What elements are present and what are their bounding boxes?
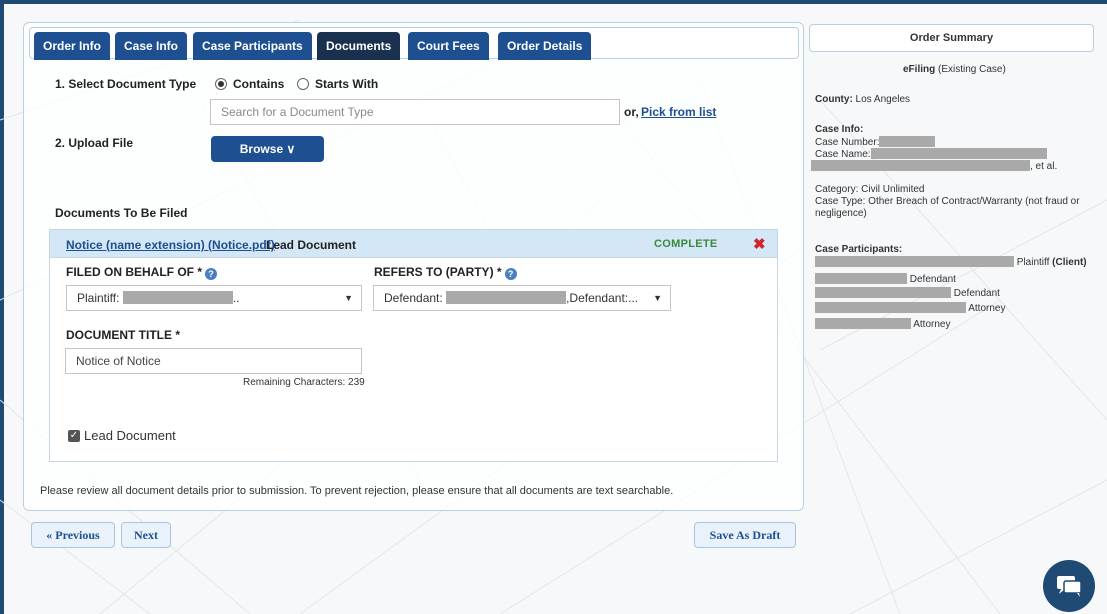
case-name-continued: , et al. — [811, 160, 1057, 173]
order-summary-title: Order Summary — [809, 24, 1094, 52]
et-al-text: , et al. — [1030, 161, 1058, 172]
browse-button[interactable]: Browse ∨ — [211, 136, 324, 162]
refers-to-suffix: ,Defendant:... — [566, 291, 639, 305]
lead-document-text: Lead Document — [266, 238, 357, 252]
tab-bar: Order Info Case Info Case Participants D… — [29, 27, 799, 60]
remaining-characters: Remaining Characters: 239 — [243, 377, 365, 388]
filed-on-behalf-select[interactable]: Plaintiff: .. ▼ — [66, 285, 362, 311]
redacted-block — [122, 291, 233, 304]
chat-button[interactable] — [1043, 560, 1095, 612]
participant-attorney-2: Attorney — [815, 318, 950, 331]
documents-to-be-filed-heading: Documents To Be Filed — [55, 206, 188, 220]
redacted-block — [446, 291, 567, 304]
efiling-label: eFiling — [903, 64, 936, 75]
refers-to-label: REFERS TO (PARTY) *? — [374, 265, 517, 280]
refers-to-select[interactable]: Defendant: ,Defendant:... ▼ — [373, 285, 671, 311]
case-participants-label: Case Participants: — [815, 244, 903, 255]
participant-role: Attorney — [911, 319, 951, 330]
remove-document-icon[interactable]: ✖ — [753, 235, 766, 253]
pick-from-list-link[interactable]: Pick from list — [641, 105, 716, 119]
submission-notice: Please review all document details prior… — [40, 485, 674, 497]
county-line: County: Los Angeles — [815, 94, 910, 106]
redacted-block — [815, 287, 951, 298]
lead-document-checkbox[interactable]: ✓ — [68, 430, 80, 442]
county-label: County: — [815, 94, 853, 105]
case-info-label: Case Info: — [815, 124, 864, 135]
radio-starts-with-label: Starts With — [315, 77, 379, 91]
tab-court-fees[interactable]: Court Fees — [408, 32, 489, 60]
participant-defendant-1: Defendant — [815, 273, 956, 286]
help-icon[interactable]: ? — [205, 268, 217, 280]
refers-to-label-text: REFERS TO (PARTY) * — [374, 265, 502, 279]
participant-role: Defendant — [907, 274, 956, 285]
case-type-line: Case Type: Other Breach of Contract/Warr… — [815, 196, 1080, 207]
document-card-header: Notice (name extension) (Notice.pdf) Lea… — [50, 230, 777, 258]
document-file-link[interactable]: Notice (name extension) (Notice.pdf) — [66, 238, 275, 252]
case-number-label: Case Number: — [815, 137, 880, 148]
or-text: or, — [624, 105, 639, 119]
participant-role: Attorney — [966, 303, 1006, 314]
participant-role: Defendant — [951, 288, 1000, 299]
redacted-block — [879, 136, 936, 147]
refers-to-prefix: Defendant: — [384, 291, 443, 305]
participant-role: Plaintiff — [1014, 257, 1053, 268]
redacted-block — [811, 160, 1030, 171]
participant-plaintiff: Plaintiff (Client) — [815, 256, 1087, 269]
participant-attorney-1: Attorney — [815, 302, 1005, 315]
next-button[interactable]: Next — [121, 522, 171, 548]
chat-icon — [1057, 576, 1082, 597]
radio-contains[interactable] — [215, 78, 227, 90]
filed-on-behalf-prefix: Plaintiff: — [77, 291, 120, 305]
help-icon[interactable]: ? — [504, 268, 517, 280]
county-value: Los Angeles — [852, 94, 911, 105]
tab-case-participants[interactable]: Case Participants — [193, 32, 312, 60]
tab-documents[interactable]: Documents — [317, 32, 401, 60]
participant-defendant-2: Defendant — [815, 287, 1000, 300]
document-status-badge: COMPLETE — [654, 238, 718, 250]
radio-starts-with[interactable] — [297, 78, 309, 90]
document-title-input[interactable] — [65, 348, 362, 374]
redacted-block — [815, 318, 911, 329]
case-name-label: Case Name: — [815, 149, 871, 160]
save-as-draft-button[interactable]: Save As Draft — [694, 522, 796, 548]
category-line: Category: Civil Unlimited — [815, 184, 925, 195]
case-type-line-2: negligence) — [815, 208, 867, 219]
redacted-block — [815, 302, 966, 313]
redacted-block — [815, 256, 1014, 267]
document-title-label: DOCUMENT TITLE * — [66, 328, 180, 342]
redacted-block — [815, 273, 907, 284]
tab-case-info[interactable]: Case Info — [115, 32, 188, 60]
radio-contains-label: Contains — [233, 77, 285, 91]
previous-button[interactable]: « Previous — [31, 522, 115, 548]
tab-order-details[interactable]: Order Details — [498, 32, 592, 60]
client-tag: (Client) — [1052, 257, 1087, 268]
document-type-search-input[interactable] — [210, 99, 620, 125]
filed-on-behalf-label-text: FILED ON BEHALF OF * — [66, 265, 202, 279]
efiling-type: eFiling (Existing Case) — [903, 64, 1006, 76]
upload-file-label: 2. Upload File — [55, 136, 134, 150]
chevron-down-icon: ▼ — [344, 293, 353, 303]
chevron-down-icon: ▼ — [653, 293, 662, 303]
tab-order-info[interactable]: Order Info — [34, 32, 111, 60]
lead-document-checkbox-label: Lead Document — [84, 428, 176, 443]
filed-on-behalf-suffix: .. — [232, 291, 240, 305]
select-document-type-label: 1. Select Document Type — [55, 77, 197, 91]
redacted-block — [870, 148, 1047, 159]
efiling-type-value: (Existing Case) — [935, 64, 1006, 75]
filed-on-behalf-label: FILED ON BEHALF OF *? — [66, 265, 217, 280]
